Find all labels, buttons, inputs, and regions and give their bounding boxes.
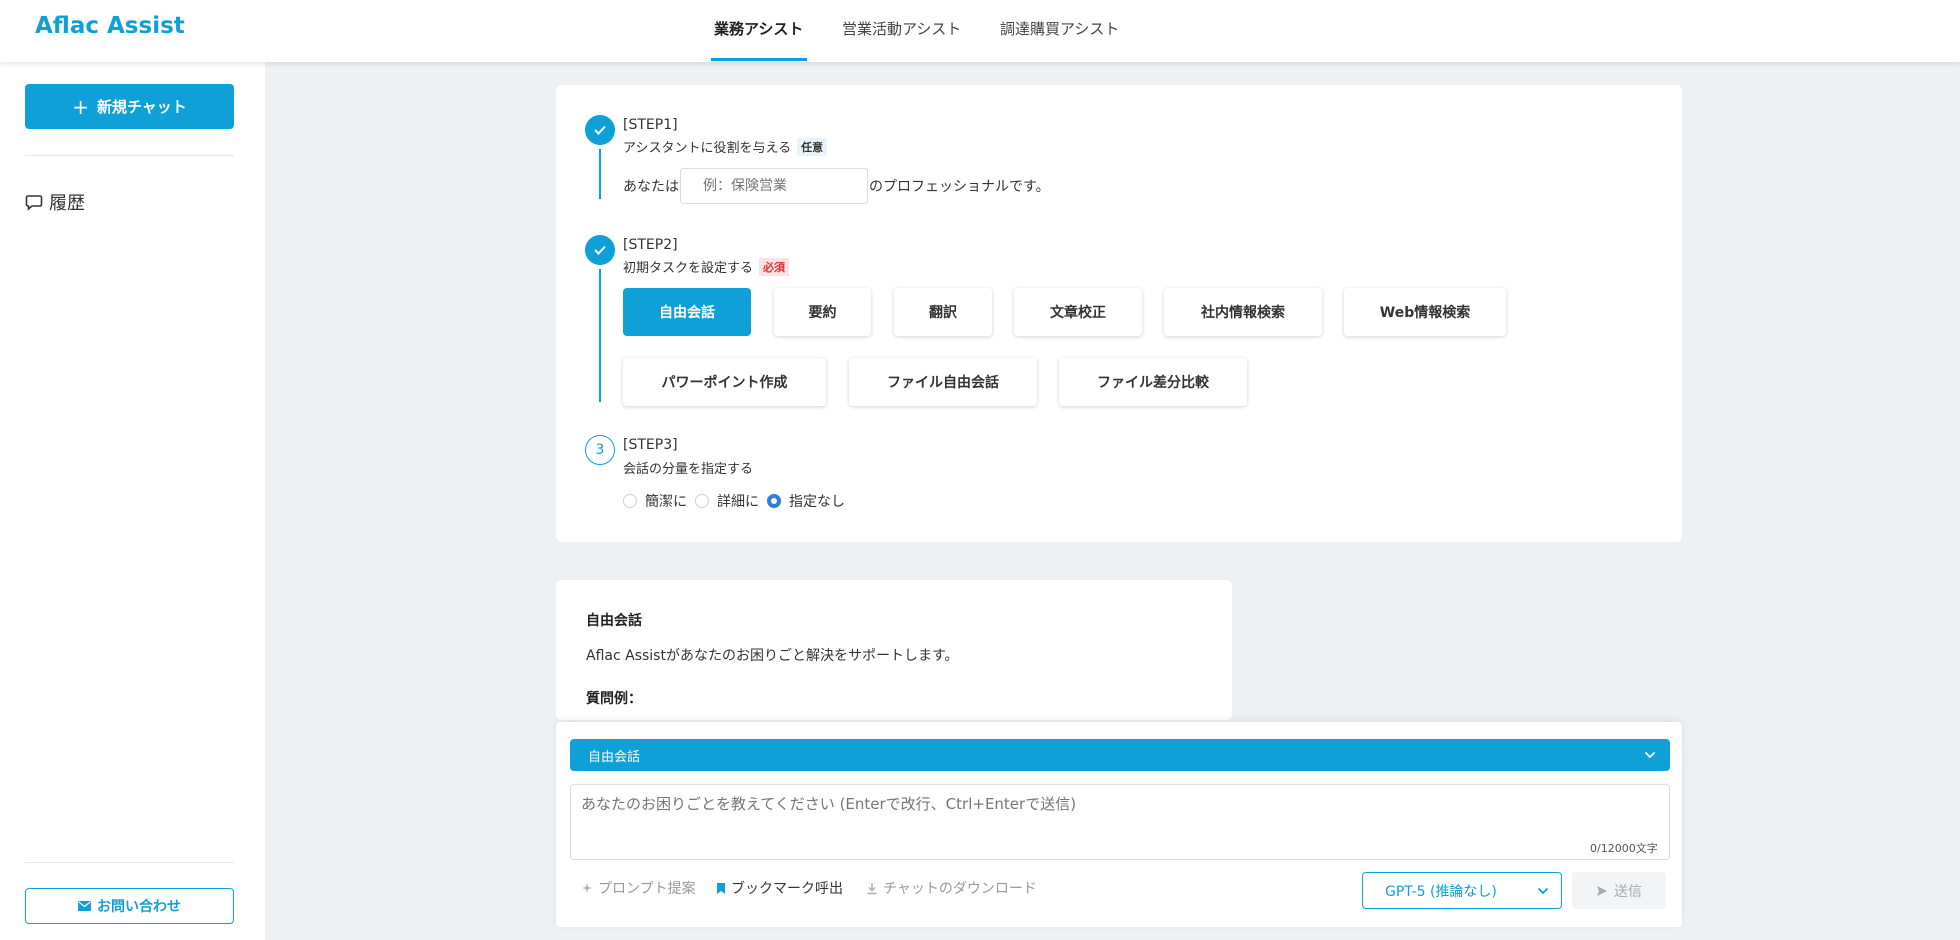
- radio-detailed[interactable]: [695, 494, 709, 508]
- role-prefix: あなたは: [623, 179, 679, 195]
- contact-label: お問い合わせ: [97, 899, 181, 915]
- history-label: 履歴: [49, 193, 85, 214]
- check-icon: [594, 245, 606, 255]
- tab-sales-assist[interactable]: 営業活動アシスト: [842, 18, 961, 39]
- role-row: あなたは のプロフェッショナルです。: [623, 168, 1050, 204]
- length-radio-group: 簡潔に 詳細に 指定なし: [623, 491, 853, 511]
- step3-subtitle: 会話の分量を指定する: [623, 462, 754, 477]
- required-badge: 必須: [759, 257, 790, 276]
- plus-icon: +: [72, 94, 89, 119]
- new-chat-label: 新規チャット: [96, 98, 187, 116]
- message-input[interactable]: [570, 784, 1670, 860]
- model-select[interactable]: GPT-5 (推論なし): [1362, 872, 1562, 909]
- task-proofread-button[interactable]: 文章校正: [1014, 288, 1142, 336]
- history-link[interactable]: 履歴: [25, 189, 85, 215]
- radio-unspecified-label[interactable]: 指定なし: [789, 491, 845, 511]
- send-button[interactable]: 送信: [1572, 872, 1666, 909]
- step1-subtitle-row: アシスタントに役割を与える 任意: [623, 137, 828, 156]
- prompt-suggest-button[interactable]: プロンプト提案: [580, 878, 696, 898]
- download-chat-button[interactable]: チャットのダウンロード: [866, 878, 1037, 898]
- top-header: Aflac Assist 業務アシスト 営業活動アシスト 調達購買アシスト: [0, 0, 1960, 62]
- description-text: Aflac Assistがあなたのお困りごと解決をサポートします。: [586, 648, 959, 664]
- step-settings-card: [STEP1] アシスタントに役割を与える 任意 あなたは のプロフェッショナル…: [556, 85, 1682, 542]
- step2-check-circle: [585, 235, 615, 265]
- task-description-card: 自由会話 Aflac Assistがあなたのお困りごと解決をサポートします。 質…: [556, 580, 1232, 720]
- sidebar-bottom-divider: [25, 862, 234, 863]
- check-icon: [594, 125, 606, 135]
- radio-detailed-label[interactable]: 詳細に: [717, 491, 759, 511]
- radio-concise-label[interactable]: 簡潔に: [645, 491, 687, 511]
- bookmark-icon: [717, 882, 725, 894]
- role-input[interactable]: [680, 168, 868, 204]
- download-icon: [867, 882, 877, 894]
- chevron-down-icon: [1644, 751, 1656, 759]
- send-icon: [1597, 885, 1607, 896]
- mode-select-value: 自由会話: [588, 749, 641, 765]
- download-chat-label: チャットのダウンロード: [883, 881, 1037, 897]
- task-file-diff-button[interactable]: ファイル差分比較: [1059, 358, 1247, 406]
- mail-icon: [78, 901, 91, 911]
- examples-label: 質問例：: [586, 691, 642, 707]
- new-chat-button[interactable]: + 新規チャット: [25, 84, 234, 129]
- task-powerpoint-button[interactable]: パワーポイント作成: [623, 358, 826, 406]
- step2-subtitle: 初期タスクを設定する: [623, 261, 754, 276]
- step2-subtitle-row: 初期タスクを設定する 必須: [623, 257, 790, 276]
- send-label: 送信: [1614, 883, 1642, 900]
- bookmark-label: ブックマーク呼出: [731, 881, 843, 897]
- step1-subtitle: アシスタントに役割を与える: [623, 141, 792, 156]
- task-web-search-button[interactable]: Web情報検索: [1344, 288, 1506, 336]
- step2-connector: [599, 269, 601, 402]
- sidebar-divider: [25, 155, 234, 156]
- chevron-down-icon: [1537, 887, 1549, 894]
- prompt-suggest-label: プロンプト提案: [598, 881, 696, 897]
- task-internal-search-button[interactable]: 社内情報検索: [1164, 288, 1322, 336]
- step3-number-circle: 3: [585, 435, 615, 465]
- mode-select[interactable]: 自由会話: [570, 739, 1670, 771]
- model-select-value: GPT-5 (推論なし): [1385, 883, 1497, 900]
- role-suffix: のプロフェッショナルです。: [869, 179, 1050, 195]
- task-free-chat-button[interactable]: 自由会話: [623, 288, 751, 336]
- char-count: 0/12000文字: [1590, 842, 1658, 855]
- step1-check-circle: [585, 115, 615, 145]
- active-tab-indicator: [711, 58, 807, 61]
- step1-connector: [599, 149, 601, 199]
- task-summary-button[interactable]: 要約: [774, 288, 871, 336]
- step1-title: [STEP1]: [623, 117, 678, 133]
- composer-panel: 自由会話 0/12000文字 プロンプト提案 ブックマーク呼出 チャットのダウン…: [556, 722, 1682, 927]
- chat-bubble-icon: [25, 195, 43, 211]
- bookmark-button[interactable]: ブックマーク呼出: [716, 878, 843, 898]
- brand-logo[interactable]: Aflac Assist: [35, 13, 185, 39]
- description-title: 自由会話: [586, 613, 642, 629]
- optional-badge: 任意: [797, 137, 828, 156]
- contact-button[interactable]: お問い合わせ: [25, 888, 234, 924]
- tab-procurement-assist[interactable]: 調達購買アシスト: [1000, 18, 1119, 39]
- sidebar: + 新規チャット 履歴 お問い合わせ: [0, 62, 265, 940]
- tab-business-assist[interactable]: 業務アシスト: [714, 18, 803, 39]
- task-file-chat-button[interactable]: ファイル自由会話: [849, 358, 1037, 406]
- radio-concise[interactable]: [623, 494, 637, 508]
- step3-subtitle-row: 会話の分量を指定する: [623, 458, 753, 477]
- sparkle-icon: [582, 882, 592, 893]
- task-translate-button[interactable]: 翻訳: [894, 288, 992, 336]
- step2-title: [STEP2]: [623, 237, 678, 253]
- step3-title: [STEP3]: [623, 437, 678, 453]
- radio-unspecified[interactable]: [767, 494, 781, 508]
